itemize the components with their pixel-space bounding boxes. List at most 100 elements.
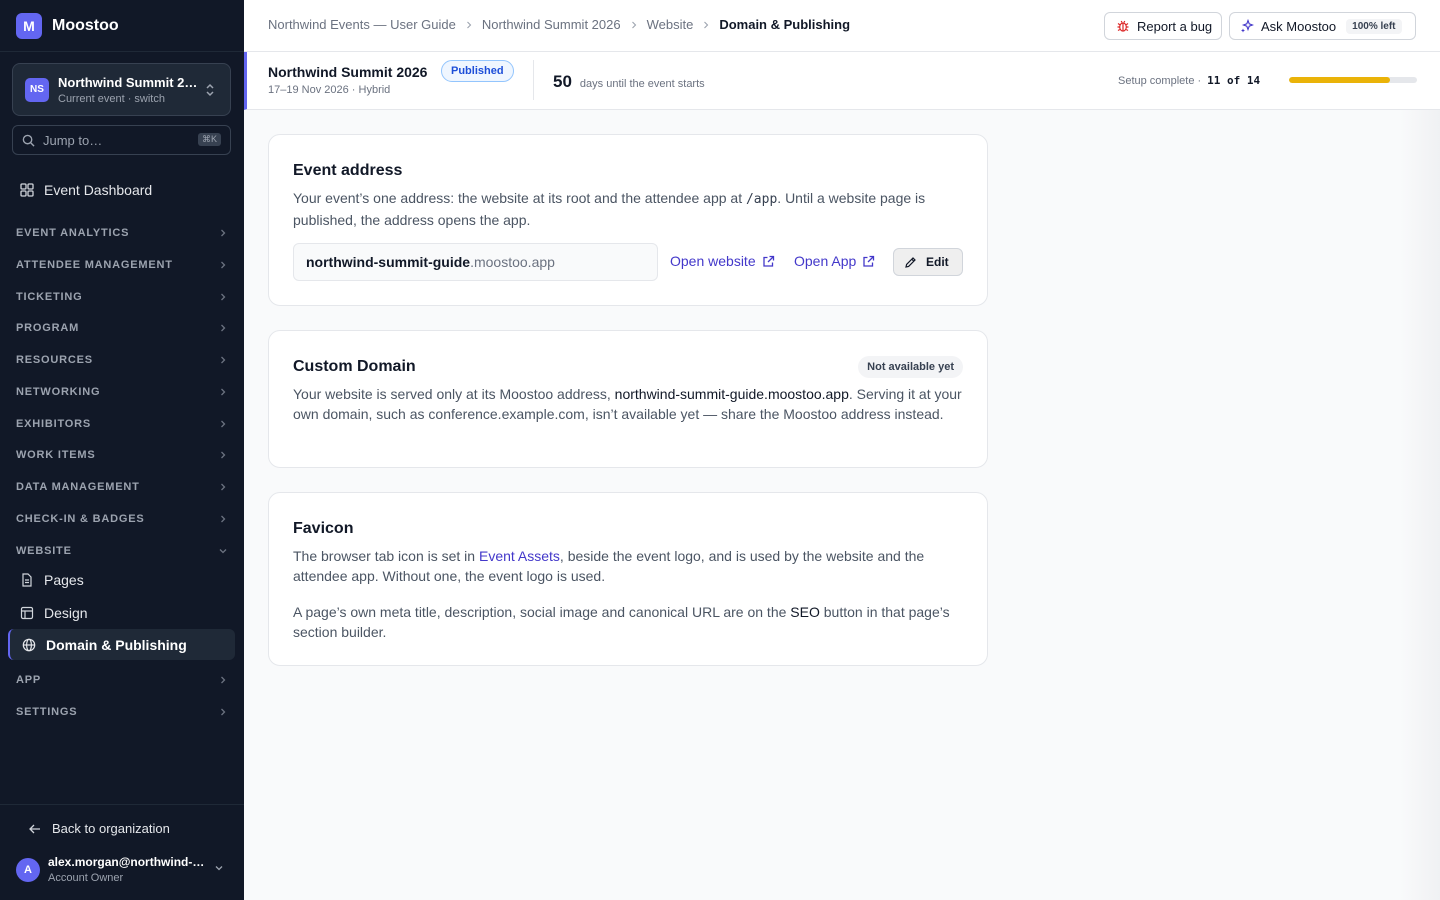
chevron-right-icon — [221, 451, 226, 459]
event-dates: 17–19 Nov 2026 · Hybrid — [268, 84, 391, 96]
event-switcher-name: Northwind Summit 2026 — [58, 74, 203, 90]
back-to-organization-link[interactable]: Back to organization — [28, 821, 170, 836]
layout-icon — [20, 606, 34, 619]
open-website-link[interactable]: Open website — [670, 253, 775, 269]
report-bug-button[interactable]: Report a bug — [1104, 12, 1222, 40]
custom-domain-description: Your website is served only at its Moost… — [293, 384, 965, 424]
nav-section-website[interactable]: WEBSITE — [16, 543, 228, 559]
ask-moostoo-button[interactable]: Ask Moostoo 100% left — [1229, 12, 1416, 40]
chevron-right-icon — [221, 708, 226, 716]
seo-note: A page’s own meta title, description, so… — [293, 602, 965, 642]
sidebar-item-domain-publishing[interactable]: Domain & Publishing — [8, 629, 235, 660]
nav-section-ticketing[interactable]: TICKETING — [16, 289, 228, 305]
section-label: CHECK-IN & BADGES — [16, 513, 145, 525]
nav-section-networking[interactable]: NETWORKING — [16, 384, 228, 400]
custom-domain-card: Custom Domain Not available yet Your web… — [268, 330, 988, 468]
edit-address-button[interactable]: Edit — [893, 248, 963, 276]
status-badge: Published — [441, 60, 514, 82]
event-header: Northwind Summit 2026 Published 17–19 No… — [244, 52, 1440, 110]
user-role: Account Owner — [48, 872, 124, 884]
favicon-description: The browser tab icon is set in Event Ass… — [293, 546, 965, 586]
globe-icon — [22, 638, 36, 651]
card-title: Event address — [293, 162, 403, 179]
breadcrumb-event[interactable]: Northwind Summit 2026 — [482, 17, 621, 32]
section-label: EXHIBITORS — [16, 418, 92, 430]
event-switcher-sub: Current event · switch — [58, 92, 165, 105]
sidebar-item-pages[interactable]: Pages — [8, 564, 235, 595]
event-countdown: 50 days until the event starts — [553, 72, 705, 92]
chevron-right-icon — [221, 388, 226, 396]
section-label: PROGRAM — [16, 322, 80, 334]
nav-section-program[interactable]: PROGRAM — [16, 320, 228, 336]
ask-quota-badge: 100% left — [1346, 18, 1402, 34]
desc-text: A page’s own meta title, description, so… — [293, 604, 791, 620]
arrow-left-icon — [29, 824, 40, 833]
jump-to-placeholder: Jump to… — [43, 132, 103, 148]
top-bar: Northwind Events — User Guide Northwind … — [244, 0, 1440, 52]
setup-progress-label: Setup complete · 11 of 14 — [1118, 74, 1260, 87]
breadcrumb: Northwind Events — User Guide Northwind … — [268, 17, 850, 32]
event-assets-link[interactable]: Event Assets — [479, 548, 560, 564]
sidebar-item-event-dashboard[interactable]: Event Dashboard — [8, 175, 235, 205]
chevron-right-icon — [221, 293, 226, 301]
chevron-right-icon — [221, 261, 226, 269]
bug-icon — [1117, 20, 1129, 32]
event-title: Northwind Summit 2026 — [268, 64, 428, 80]
chevron-up-down-icon — [206, 83, 214, 97]
desc-text: The browser tab icon is set in — [293, 548, 479, 564]
nav-section-check-in-badges[interactable]: CHECK-IN & BADGES — [16, 511, 228, 527]
divider — [533, 60, 534, 100]
section-label: DATA MANAGEMENT — [16, 481, 140, 493]
document-icon — [22, 572, 32, 587]
seo-term: SEO — [790, 604, 820, 620]
sidebar-item-design[interactable]: Design — [8, 597, 235, 628]
pencil-icon — [905, 256, 916, 268]
edit-label: Edit — [926, 255, 949, 269]
nav-section-attendee-management[interactable]: ATTENDEE MANAGEMENT — [16, 257, 228, 273]
chevron-right-icon — [221, 356, 226, 364]
breadcrumb-website[interactable]: Website — [647, 17, 694, 32]
chevron-right-icon — [221, 420, 226, 428]
not-available-badge: Not available yet — [858, 356, 963, 378]
chevron-down-icon — [219, 549, 227, 554]
section-label: APP — [16, 674, 42, 686]
card-title: Favicon — [293, 520, 354, 537]
open-app-link[interactable]: Open App — [794, 253, 875, 269]
brand[interactable]: M Moostoo — [0, 0, 244, 52]
nav-section-work-items[interactable]: WORK ITEMS — [16, 447, 228, 463]
scroll-shadow — [1400, 110, 1440, 900]
jump-to-search[interactable]: Jump to… ⌘K — [12, 125, 231, 155]
sidebar: M Moostoo NS Northwind Summit 2026 Curre… — [0, 0, 244, 900]
report-bug-label: Report a bug — [1137, 18, 1213, 34]
sparkles-icon — [1241, 19, 1254, 33]
chevron-right-icon — [221, 483, 226, 491]
section-label: WEBSITE — [16, 545, 72, 557]
chevron-right-icon — [221, 515, 226, 523]
setup-progress-bar[interactable] — [1289, 77, 1417, 83]
section-label: TICKETING — [16, 291, 83, 303]
external-link-icon — [762, 255, 774, 267]
chevron-right-icon — [221, 229, 226, 237]
user-email: alex.morgan@northwind-events.com — [48, 855, 208, 869]
nav-section-event-analytics[interactable]: EVENT ANALYTICS — [16, 225, 228, 241]
app-path-code: /app — [745, 192, 778, 207]
chevron-right-icon — [466, 21, 472, 28]
setup-label: Setup complete · — [1118, 74, 1202, 87]
nav-section-data-management[interactable]: DATA MANAGEMENT — [16, 479, 228, 495]
jump-shortcut: ⌘K — [197, 133, 221, 146]
nav-section-resources[interactable]: RESOURCES — [16, 352, 228, 368]
desc-text: Your event’s one address: the website at… — [293, 190, 746, 206]
event-address-field[interactable]: northwind-summit-guide .moostoo.app — [293, 243, 658, 281]
event-switcher[interactable]: NS Northwind Summit 2026 Current event ·… — [12, 63, 231, 116]
section-label: NETWORKING — [16, 386, 101, 398]
event-badge: NS — [25, 77, 49, 102]
chevron-right-icon — [221, 324, 226, 332]
nav-section-app[interactable]: APP — [16, 672, 228, 688]
nav-section-exhibitors[interactable]: EXHIBITORS — [16, 416, 228, 432]
moostoo-address: northwind-summit-guide.moostoo.app — [614, 386, 849, 402]
open-app-label: Open App — [794, 253, 857, 269]
nav-section-settings[interactable]: SETTINGS — [16, 704, 228, 720]
user-menu[interactable]: A alex.morgan@northwind-events.com Accou… — [16, 855, 228, 884]
breadcrumb-guide[interactable]: Northwind Events — User Guide — [268, 17, 456, 32]
brand-logo: M — [16, 12, 42, 39]
